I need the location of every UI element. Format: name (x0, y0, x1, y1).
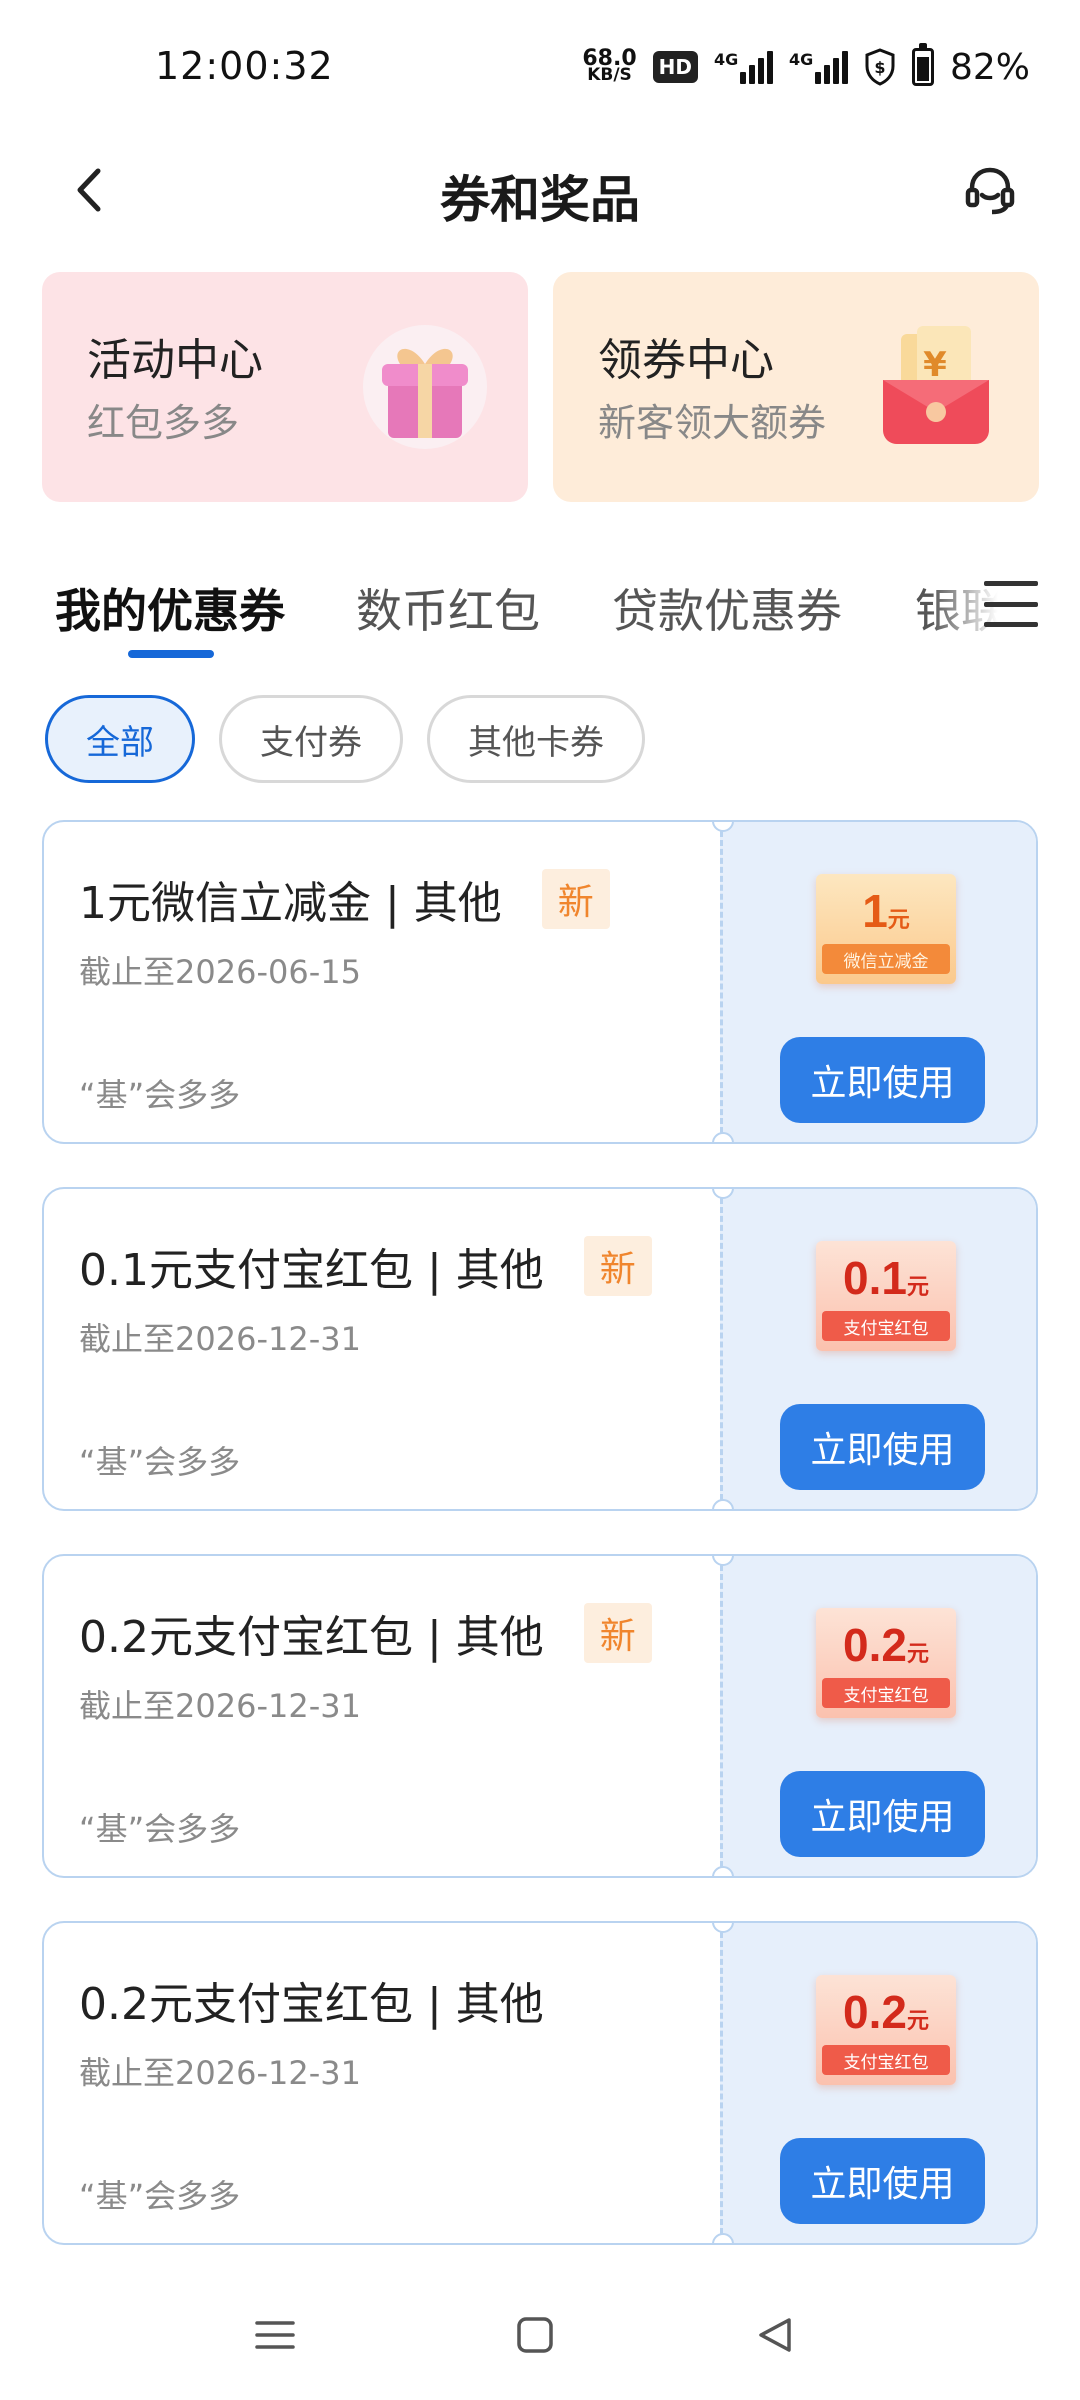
promo-subtitle: 红包多多 (87, 401, 240, 445)
promo-title: 活动中心 (87, 335, 263, 386)
use-now-button[interactable]: 立即使用 (780, 1771, 985, 1857)
activity-center-card[interactable]: 活动中心 红包多多 (42, 272, 528, 502)
hd-voice-icon: HD (652, 51, 698, 83)
coupon-card[interactable]: 0.2元支付宝红包 | 其他 新 截止至2026-12-31 “基”会多多 0.… (42, 1554, 1038, 1878)
use-now-button[interactable]: 立即使用 (780, 1037, 985, 1123)
alipay-red-envelope-icon: 0.2元 支付宝红包 (816, 1975, 956, 2085)
coupon-title: 0.1元支付宝红包 | 其他 新 (79, 1234, 652, 1298)
tab-digital-currency-red-envelope[interactable]: 数币红包 (356, 575, 540, 641)
signal-type-label: 4G (713, 50, 739, 69)
ticket-value: 0.2 (843, 1986, 907, 2038)
shield-icon: $ (865, 48, 895, 86)
gift-box-icon (363, 325, 487, 449)
ticket-label: 微信立减金 (822, 944, 950, 974)
ticket-label: 支付宝红包 (822, 1678, 950, 1708)
signal-type-label: 4G (788, 50, 814, 69)
use-now-button[interactable]: 立即使用 (780, 2138, 985, 2224)
ticket-unit: 元 (887, 907, 910, 932)
triangle-back-icon (759, 2318, 791, 2352)
back-nav-button[interactable] (745, 2305, 805, 2365)
menu-icon[interactable] (984, 577, 1038, 631)
battery-icon (911, 43, 934, 86)
red-envelope-icon: ¥ (883, 326, 989, 444)
coupon-source: “基”会多多 (79, 2177, 241, 2215)
home-button[interactable] (505, 2305, 565, 2365)
header: 券和奖品 (0, 130, 1080, 250)
coupon-tabs: 我的优惠券 数币红包 贷款优惠券 银联 (0, 555, 1080, 665)
wechat-voucher-icon: 1元 微信立减金 (816, 874, 956, 984)
headset-icon (965, 167, 1015, 215)
status-time: 12:00:32 (155, 44, 334, 88)
network-speed-unit: KB/S (587, 65, 632, 85)
coupon-center-card[interactable]: 领券中心 新客领大额券 ¥ (553, 272, 1039, 502)
new-badge: 新 (583, 1236, 652, 1296)
signal-icon-sim1: 4G (714, 50, 773, 84)
promo-subtitle: 新客领大额券 (598, 401, 827, 445)
coupon-expiry: 截止至2026-12-31 (79, 1687, 361, 1725)
ticket-label: 支付宝红包 (822, 2045, 950, 2075)
coupon-card[interactable]: 0.2元支付宝红包 | 其他 截止至2026-12-31 “基”会多多 0.2元… (42, 1921, 1038, 2245)
ticket-unit: 元 (906, 1274, 929, 1299)
use-now-button[interactable]: 立即使用 (780, 1404, 985, 1490)
system-nav-bar (0, 2270, 1080, 2400)
coupon-title: 0.2元支付宝红包 | 其他 (79, 1968, 544, 2032)
chip-payment-coupons[interactable]: 支付券 (219, 695, 403, 783)
coupon-side-panel: 0.2元 支付宝红包 立即使用 (720, 1923, 1036, 2243)
new-badge: 新 (541, 869, 610, 929)
coupon-title: 1元微信立减金 | 其他 新 (79, 867, 610, 931)
coupon-source: “基”会多多 (79, 1443, 241, 1481)
coupon-title-text: 1元微信立减金 | 其他 (79, 878, 502, 929)
menu-lines-icon (255, 2321, 295, 2349)
ticket-value: 0.1 (843, 1252, 907, 1304)
coupon-expiry: 截止至2026-06-15 (79, 953, 361, 991)
coupon-expiry: 截止至2026-12-31 (79, 1320, 361, 1358)
tab-loan-coupons[interactable]: 贷款优惠券 (612, 575, 842, 641)
new-badge: 新 (583, 1603, 652, 1663)
recent-apps-button[interactable] (245, 2305, 305, 2365)
alipay-red-envelope-icon: 0.1元 支付宝红包 (816, 1241, 956, 1351)
alipay-red-envelope-icon: 0.2元 支付宝红包 (816, 1608, 956, 1718)
coupon-side-panel: 0.2元 支付宝红包 立即使用 (720, 1556, 1036, 1876)
coupon-source: “基”会多多 (79, 1810, 241, 1848)
active-tab-indicator (128, 650, 214, 658)
svg-text:$: $ (874, 58, 885, 77)
ticket-value: 1 (862, 885, 888, 937)
coupon-source: “基”会多多 (79, 1076, 241, 1114)
ticket-label: 支付宝红包 (822, 1311, 950, 1341)
coupon-card[interactable]: 1元微信立减金 | 其他 新 截止至2026-06-15 “基”会多多 1元 微… (42, 820, 1038, 1144)
ticket-unit: 元 (906, 2008, 929, 2033)
network-speed: 68.0 KB/S (582, 48, 636, 85)
coupon-expiry: 截止至2026-12-31 (79, 2054, 361, 2092)
chip-all[interactable]: 全部 (45, 695, 195, 783)
coupon-title-text: 0.2元支付宝红包 | 其他 (79, 1979, 544, 2030)
coupon-title-text: 0.2元支付宝红包 | 其他 (79, 1612, 544, 1663)
square-icon (517, 2317, 553, 2353)
chip-other-card-coupons[interactable]: 其他卡券 (427, 695, 645, 783)
page-title: 券和奖品 (440, 171, 640, 229)
coupon-side-panel: 0.1元 支付宝红包 立即使用 (720, 1189, 1036, 1509)
customer-service-button[interactable] (950, 150, 1030, 230)
status-icons: 68.0 KB/S HD 4G 4G $ 82% (582, 42, 1030, 92)
coupon-title-text: 0.1元支付宝红包 | 其他 (79, 1245, 544, 1296)
battery-percent: 82% (949, 46, 1030, 88)
coupon-title: 0.2元支付宝红包 | 其他 新 (79, 1601, 652, 1665)
signal-icon-sim2: 4G (789, 50, 848, 84)
status-bar: 12:00:32 68.0 KB/S HD 4G 4G $ 82% (0, 0, 1080, 130)
coupon-card[interactable]: 0.1元支付宝红包 | 其他 新 截止至2026-12-31 “基”会多多 0.… (42, 1187, 1038, 1511)
filter-chips: 全部 支付券 其他卡券 (45, 695, 645, 783)
svg-text:¥: ¥ (923, 345, 947, 385)
tab-my-coupons[interactable]: 我的优惠券 (55, 575, 285, 641)
ticket-value: 0.2 (843, 1619, 907, 1671)
ticket-unit: 元 (906, 1641, 929, 1666)
promo-title: 领券中心 (598, 335, 774, 386)
coupon-side-panel: 1元 微信立减金 立即使用 (720, 822, 1036, 1142)
